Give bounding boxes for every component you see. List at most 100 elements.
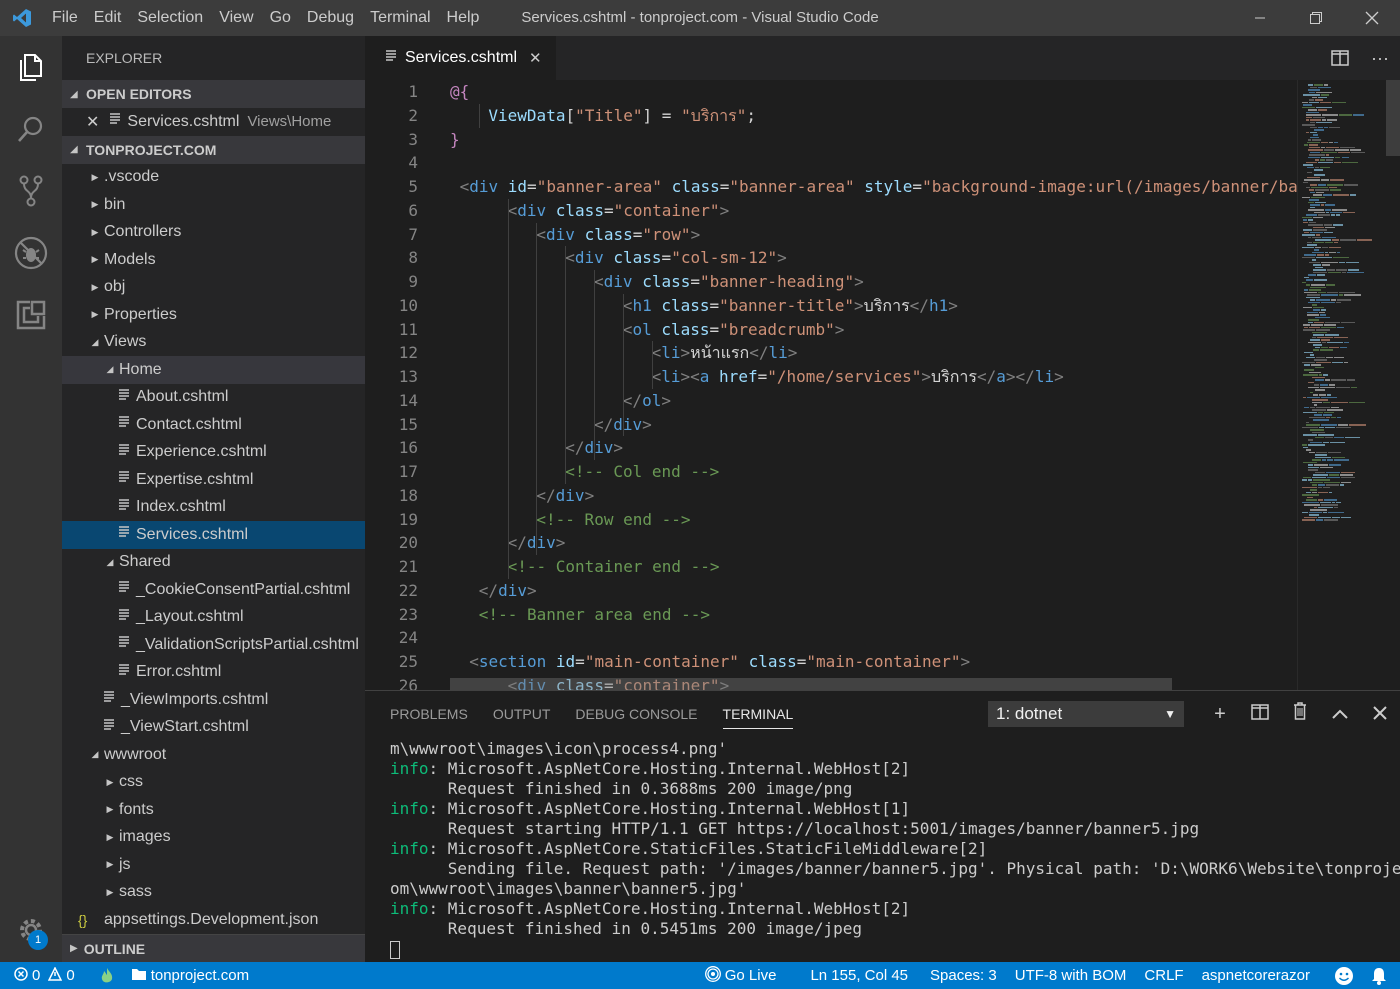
terminal-select[interactable]: 1: dotnet ▼ [988, 701, 1184, 727]
problems-status[interactable]: 0 0 [0, 965, 83, 985]
extensions-icon[interactable] [0, 284, 62, 346]
tab-output[interactable]: OUTPUT [493, 691, 551, 737]
tree-folder[interactable]: ◢ wwwroot [62, 741, 365, 769]
tree-folder[interactable]: ▶ obj [62, 274, 365, 302]
tree-folder[interactable]: ▶ css [62, 769, 365, 797]
minimap-line [1335, 426, 1352, 428]
close-icon[interactable]: ✕ [86, 112, 99, 132]
explorer-icon[interactable] [0, 36, 62, 98]
split-terminal-icon[interactable] [1240, 703, 1280, 726]
language-status[interactable]: aspnetcorerazor [1194, 967, 1318, 984]
code-line: ViewData["Title"] = "บริการ"; [488, 104, 756, 128]
trash-icon[interactable] [1280, 702, 1320, 726]
cursor-position[interactable]: Ln 155, Col 45 [802, 967, 916, 984]
tree-file[interactable]: _ViewStart.cshtml [62, 714, 365, 742]
menu-file[interactable]: File [44, 0, 86, 36]
close-panel-icon[interactable] [1360, 703, 1400, 726]
tree-folder[interactable]: ◢ Views [62, 329, 365, 357]
horizontal-scrollbar[interactable] [450, 678, 1172, 690]
menu-selection[interactable]: Selection [129, 0, 211, 36]
settings-gear-icon[interactable]: 1 [0, 908, 62, 952]
debug-icon[interactable] [0, 222, 62, 284]
go-live-button[interactable]: Go Live [697, 965, 785, 986]
code-token: </ [536, 485, 556, 505]
split-editor-icon[interactable] [1320, 50, 1360, 66]
menu-help[interactable]: Help [439, 0, 488, 36]
tree-folder[interactable]: ▶ sass [62, 879, 365, 907]
flame-icon[interactable] [83, 967, 123, 985]
settings-badge: 1 [28, 930, 48, 950]
vertical-scrollbar[interactable] [1386, 80, 1400, 156]
tree-folder[interactable]: ▶ Properties [62, 301, 365, 329]
outline-section[interactable]: ▶ OUTLINE [62, 934, 365, 962]
minimap-line [1339, 484, 1345, 486]
tree-folder[interactable]: ◢ Home [62, 356, 365, 384]
search-icon[interactable] [0, 98, 62, 160]
code-token: > [719, 200, 730, 220]
tree-file[interactable]: Error.cshtml [62, 659, 365, 687]
terminal-prompt[interactable] [390, 939, 1400, 959]
tree-folder[interactable]: ▶ .vscode [62, 164, 365, 192]
open-editor-item[interactable]: ✕ Services.cshtml Views\Home [62, 108, 365, 136]
tree-file[interactable]: Expertise.cshtml [62, 466, 365, 494]
minimize-icon[interactable] [1232, 0, 1288, 36]
code-token: </ [565, 438, 585, 458]
tree-file[interactable]: Index.cshtml [62, 494, 365, 522]
close-window-icon[interactable] [1344, 0, 1400, 36]
minimap-line [1315, 316, 1330, 318]
minimap-line [1312, 419, 1329, 421]
menu-terminal[interactable]: Terminal [362, 0, 438, 36]
minimap[interactable] [1297, 80, 1400, 690]
indentation-status[interactable]: Spaces: 3 [922, 967, 1005, 984]
minimap-line [1346, 261, 1359, 263]
tree-file[interactable]: {} appsettings.Development.json [62, 906, 365, 934]
menu-debug[interactable]: Debug [299, 0, 362, 36]
tree-file[interactable]: About.cshtml [62, 384, 365, 412]
tree-item-label: Models [104, 250, 156, 268]
notifications-bell-icon[interactable] [1362, 966, 1396, 986]
menu-edit[interactable]: Edit [86, 0, 130, 36]
terminal-output[interactable]: m\wwwroot\images\icon\process4.png' info:… [390, 739, 1400, 959]
minimap-line [1309, 91, 1315, 93]
menu-go[interactable]: Go [262, 0, 299, 36]
code-token: หน้าแรก [690, 343, 750, 363]
code-area[interactable]: 1 @{2 ViewData["Title"] = "บริการ"; 3} 4 5 <di… [365, 80, 1297, 690]
tree-folder[interactable]: ▶ bin [62, 191, 365, 219]
tree-file[interactable]: _ValidationScriptsPartial.cshtml [62, 631, 365, 659]
folder-status[interactable]: tonproject.com [123, 967, 257, 985]
minimap-line [1331, 501, 1336, 503]
more-actions-icon[interactable]: ··· [1360, 48, 1400, 69]
tab-debug-console[interactable]: DEBUG CONSOLE [575, 691, 697, 737]
tree-file[interactable]: _CookieConsentPartial.cshtml [62, 576, 365, 604]
tree-folder[interactable]: ▶ fonts [62, 796, 365, 824]
tree-folder[interactable]: ◢ Shared [62, 549, 365, 577]
eol-status[interactable]: CRLF [1136, 967, 1191, 984]
tab-problems[interactable]: PROBLEMS [390, 691, 468, 737]
tab-services-cshtml[interactable]: Services.cshtml ✕ [365, 36, 556, 80]
tree-folder[interactable]: ▶ Models [62, 246, 365, 274]
open-editors-title: OPEN EDITORS [86, 86, 192, 102]
source-control-icon[interactable] [0, 160, 62, 222]
terminal-text: m\wwwroot\images\icon\process4.png' [390, 739, 728, 758]
menu-view[interactable]: View [211, 0, 261, 36]
project-section[interactable]: ◢ TONPROJECT.COM [62, 135, 365, 164]
close-tab-icon[interactable]: ✕ [529, 49, 542, 67]
tree-folder[interactable]: ▶ js [62, 851, 365, 879]
tree-file[interactable]: Experience.cshtml [62, 439, 365, 467]
open-editors-section[interactable]: ◢ OPEN EDITORS [62, 80, 365, 108]
feedback-smiley-icon[interactable] [1326, 966, 1362, 986]
status-right: Go Live Ln 155, Col 45 Spaces: 3 UTF-8 w… [697, 962, 1400, 989]
tree-file[interactable]: Services.cshtml [62, 521, 365, 549]
tree-folder[interactable]: ▶ Controllers [62, 219, 365, 247]
restore-icon[interactable] [1288, 0, 1344, 36]
tree-item-label: sass [119, 883, 152, 901]
tree-file[interactable]: _ViewImports.cshtml [62, 686, 365, 714]
tree-file[interactable]: Contact.cshtml [62, 411, 365, 439]
maximize-panel-icon[interactable] [1320, 703, 1360, 726]
encoding-status[interactable]: UTF-8 with BOM [1007, 967, 1135, 984]
tree-folder[interactable]: ▶ images [62, 824, 365, 852]
tree-file[interactable]: _Layout.cshtml [62, 604, 365, 632]
tab-terminal[interactable]: TERMINAL [722, 699, 794, 729]
new-terminal-icon[interactable]: + [1200, 703, 1240, 726]
